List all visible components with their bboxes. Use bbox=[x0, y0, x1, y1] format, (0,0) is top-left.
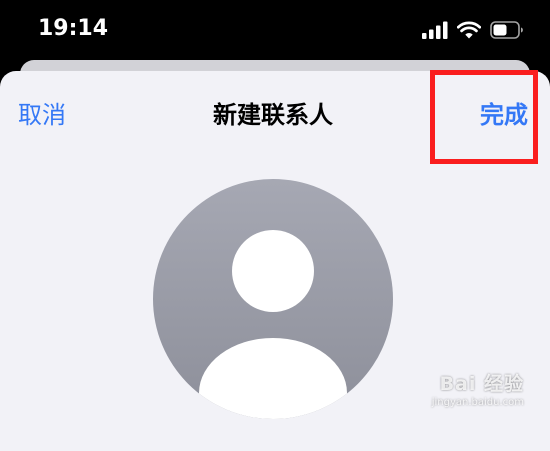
watermark: Bai 经验 jingyan.baidu.com bbox=[404, 372, 524, 410]
page-title: 新建联系人 bbox=[213, 101, 333, 129]
avatar-head-shape bbox=[232, 230, 314, 312]
cancel-button[interactable]: 取消 bbox=[18, 98, 66, 132]
done-button[interactable]: 完成 bbox=[480, 98, 528, 132]
wifi-icon bbox=[457, 21, 481, 39]
watermark-url: jingyan.baidu.com bbox=[431, 397, 524, 408]
status-time: 19:14 bbox=[38, 16, 109, 41]
cellular-signal-icon bbox=[422, 21, 448, 39]
watermark-logo: Bai 经验 bbox=[439, 373, 524, 395]
add-photo-avatar[interactable] bbox=[153, 179, 393, 419]
status-icons bbox=[422, 18, 524, 42]
battery-icon bbox=[490, 21, 523, 39]
status-bar: 19:14 bbox=[0, 0, 550, 60]
avatar-body-shape bbox=[199, 338, 347, 419]
